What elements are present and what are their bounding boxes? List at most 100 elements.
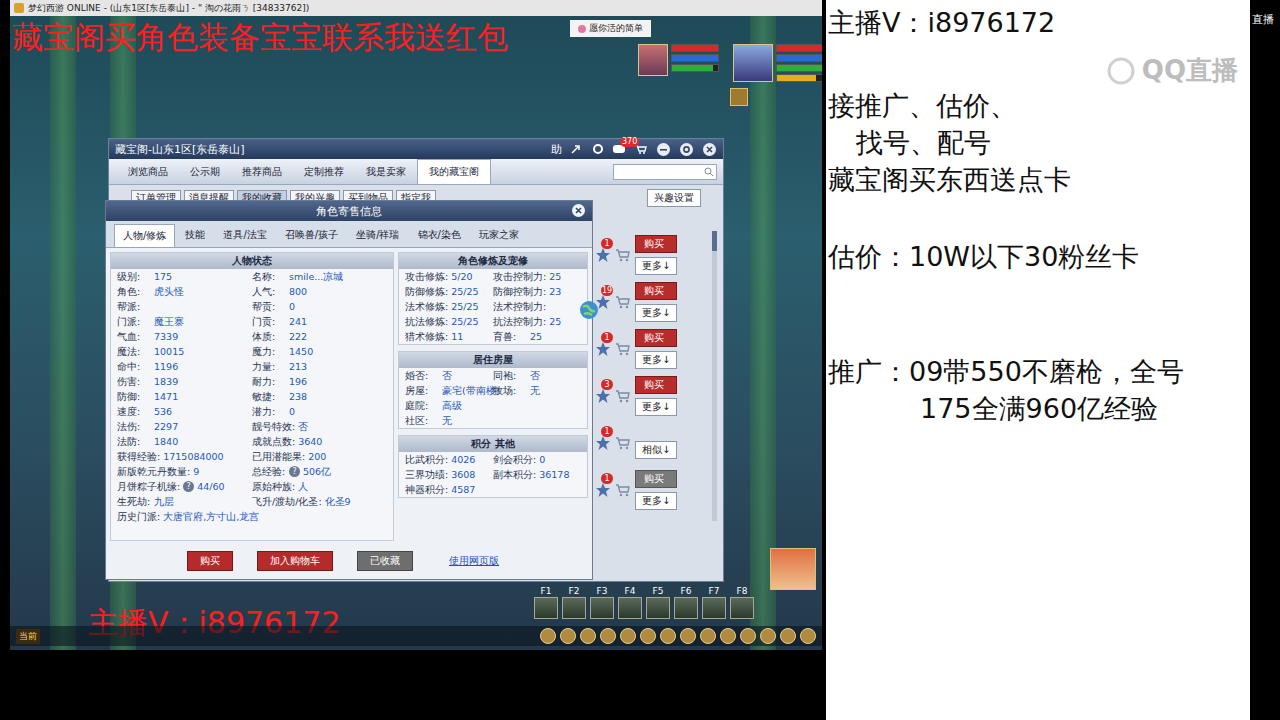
- favorite-star[interactable]: 1: [595, 435, 611, 451]
- hotkey-slot[interactable]: F1: [534, 586, 558, 619]
- buy-button[interactable]: 购买: [635, 329, 677, 347]
- stat-value: 3640: [298, 434, 322, 449]
- favorite-row: 3 购买更多↓: [595, 372, 707, 419]
- hotkey-slot[interactable]: F6: [674, 586, 698, 619]
- menu-icon[interactable]: [680, 628, 696, 644]
- stat-cell: 副本积分:36178: [493, 467, 581, 482]
- cart-icon[interactable]: [615, 483, 631, 497]
- dialog-button[interactable]: 已收藏: [357, 551, 413, 571]
- dialog-tab[interactable]: 道具/法宝: [215, 224, 274, 247]
- help-badge[interactable]: ?: [183, 481, 194, 492]
- stat-cell: 育兽:25: [493, 329, 581, 344]
- settings-icon[interactable]: [679, 142, 694, 157]
- more-button[interactable]: 更多↓: [635, 398, 677, 416]
- more-button[interactable]: 更多↓: [635, 492, 677, 510]
- dialog-tab[interactable]: 召唤兽/孩子: [277, 224, 346, 247]
- stat-value: 0: [289, 404, 295, 419]
- more-button[interactable]: 相似↓: [635, 441, 677, 459]
- stat-cell: 命中:1196: [117, 359, 252, 374]
- more-button[interactable]: 更多↓: [635, 351, 677, 369]
- dialog-tab[interactable]: 技能: [177, 224, 213, 247]
- search-field[interactable]: [613, 164, 717, 180]
- favorite-star[interactable]: 1: [595, 341, 611, 357]
- market-tab[interactable]: 公示期: [179, 159, 231, 184]
- stat-cell: 获得经验:1715084000: [117, 449, 252, 464]
- close-icon[interactable]: [571, 203, 586, 218]
- dialog-buttons: 购买 加入购物车 已收藏 使用网页版: [106, 545, 592, 579]
- stat-row: 伤害:1839耐力:196: [111, 374, 393, 389]
- stat-value: 大唐官府,方寸山,龙宫: [163, 509, 259, 524]
- buff-icon[interactable]: [730, 88, 748, 106]
- dialog-button[interactable]: 加入购物车: [257, 551, 333, 571]
- menu-icon[interactable]: [780, 628, 796, 644]
- globe-icon[interactable]: [578, 299, 600, 321]
- share-icon[interactable]: [570, 143, 584, 155]
- menu-icon[interactable]: [800, 628, 816, 644]
- menu-icon[interactable]: [720, 628, 736, 644]
- app-icon: [14, 3, 24, 13]
- menu-icon[interactable]: [740, 628, 756, 644]
- market-tab[interactable]: 我是卖家: [355, 159, 417, 184]
- message-button[interactable]: 370: [612, 144, 626, 155]
- dialog-tab[interactable]: 人物/修炼: [114, 224, 175, 247]
- hotkey-slot[interactable]: F8: [730, 586, 754, 619]
- party-member[interactable]: [638, 44, 719, 82]
- buy-button[interactable]: 购买: [635, 376, 677, 394]
- cart-icon[interactable]: [615, 248, 631, 262]
- stat-label: 角色:: [117, 284, 151, 299]
- chat-input[interactable]: [44, 630, 84, 642]
- dialog-tab[interactable]: 玩家之家: [471, 224, 527, 247]
- menu-icon[interactable]: [640, 628, 656, 644]
- stat-value: 魔王寨: [154, 314, 184, 329]
- more-button[interactable]: 更多↓: [635, 304, 677, 322]
- cart-icon[interactable]: [615, 342, 631, 356]
- help-button[interactable]: 助: [551, 142, 562, 157]
- stat-value: 1840: [154, 434, 178, 449]
- interest-settings-button[interactable]: 兴趣设置: [647, 189, 701, 207]
- dialog-tab[interactable]: 锦衣/染色: [410, 224, 469, 247]
- cart-icon[interactable]: [615, 389, 631, 403]
- status-bar: [776, 54, 822, 62]
- scroll-thumb[interactable]: [712, 231, 717, 251]
- menu-icon[interactable]: [760, 628, 776, 644]
- favorite-star[interactable]: 1: [595, 247, 611, 263]
- menu-icon[interactable]: [540, 628, 556, 644]
- buy-button[interactable]: 购买: [635, 235, 677, 253]
- stat-cell: 猎术修炼:11: [405, 329, 493, 344]
- hotkey-slot[interactable]: F7: [702, 586, 726, 619]
- close-icon[interactable]: [702, 142, 717, 157]
- window-tab[interactable]: 愿你活的简单: [570, 20, 651, 37]
- buy-button[interactable]: 购买: [635, 282, 677, 300]
- help-badge[interactable]: ?: [289, 466, 300, 477]
- hotkey-slot[interactable]: F5: [646, 586, 670, 619]
- dialog-button[interactable]: 购买: [187, 551, 233, 571]
- buy-button[interactable]: 购买: [635, 470, 677, 488]
- party-member[interactable]: [733, 44, 822, 82]
- market-tab[interactable]: 定制推荐: [293, 159, 355, 184]
- menu-icon[interactable]: [600, 628, 616, 644]
- menu-icon[interactable]: [620, 628, 636, 644]
- market-tab[interactable]: 浏览商品: [117, 159, 179, 184]
- list-scrollbar[interactable]: [712, 231, 717, 521]
- minimize-icon[interactable]: [656, 142, 671, 157]
- cart-icon[interactable]: [615, 295, 631, 309]
- menu-icon[interactable]: [660, 628, 676, 644]
- hotkey-slot[interactable]: F2: [562, 586, 586, 619]
- hotkey-slot[interactable]: F3: [590, 586, 614, 619]
- chat-channel[interactable]: 当前: [16, 629, 40, 644]
- stat-label: 防御控制力:: [493, 284, 546, 299]
- market-tab[interactable]: 我的藏宝阁: [417, 159, 491, 184]
- favorite-star[interactable]: 1: [595, 482, 611, 498]
- menu-icon[interactable]: [560, 628, 576, 644]
- menu-icon[interactable]: [580, 628, 596, 644]
- more-button[interactable]: 更多↓: [635, 257, 677, 275]
- market-tab[interactable]: 推荐商品: [231, 159, 293, 184]
- dialog-tab[interactable]: 坐骑/祥瑞: [348, 224, 407, 247]
- cart-icon[interactable]: [615, 436, 631, 450]
- pet-portrait[interactable]: [770, 548, 816, 590]
- favorite-star[interactable]: 3: [595, 388, 611, 404]
- dialog-button[interactable]: 使用网页版: [437, 552, 511, 570]
- hotkey-slot[interactable]: F4: [618, 586, 642, 619]
- gear-icon[interactable]: [592, 143, 604, 155]
- menu-icon[interactable]: [700, 628, 716, 644]
